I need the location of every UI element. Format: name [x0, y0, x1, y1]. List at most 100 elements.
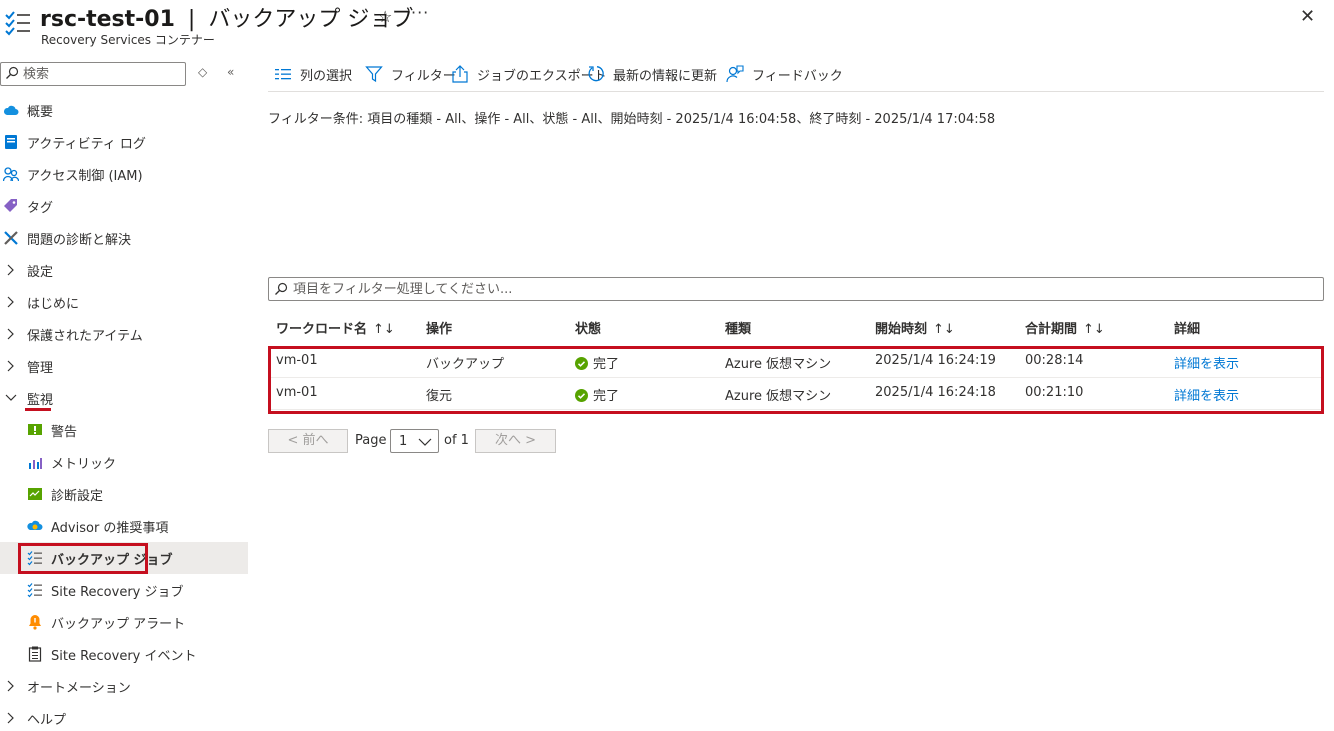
choose-columns-button[interactable]: 列の選択 [274, 64, 352, 84]
columns-icon [275, 69, 291, 80]
sidebar-item-label: Site Recovery ジョブ [51, 585, 184, 600]
column-header-type: 種類 [725, 322, 752, 337]
search-icon [6, 66, 19, 79]
sidebar-item-protected-items[interactable]: 保護されたアイテム [0, 318, 248, 350]
sidebar-search[interactable] [0, 62, 186, 86]
highlight-box [18, 543, 148, 574]
sidebar-expand-icon[interactable]: ◇ [198, 65, 207, 79]
column-header-details: 詳細 [1174, 322, 1201, 337]
sidebar-item-label: 監視 [27, 393, 54, 408]
sidebar-item-diagnose[interactable]: 問題の診断と解決 [0, 222, 248, 254]
chevron-right-icon [7, 680, 14, 692]
sidebar-item-label: オートメーション [27, 681, 131, 696]
filter-icon [365, 66, 383, 83]
sidebar-item-label: 概要 [27, 105, 54, 120]
sidebar-item-alerts[interactable]: 警告 [0, 414, 248, 446]
page-subtitle: Recovery Services コンテナー [41, 33, 215, 47]
sidebar-item-site-recovery-events[interactable]: Site Recovery イベント [0, 638, 248, 670]
sidebar-item-automation[interactable]: オートメーション [0, 670, 248, 702]
sidebar-item-label: 診断設定 [51, 489, 104, 504]
command-bar: 列の選択 フィルター ジョブのエクスポート 最新の情報に更新 フィードバック [268, 56, 1324, 92]
chevron-right-icon [7, 296, 14, 308]
column-header-workload[interactable]: ワークロード名 ↑↓ [276, 318, 395, 337]
metrics-icon [29, 458, 42, 469]
tag-icon [4, 199, 17, 212]
pagination: < 前へ Page 1 of 1 次へ > [268, 429, 568, 453]
advisor-icon [27, 520, 43, 530]
item-filter-box[interactable] [268, 277, 1324, 301]
sidebar-item-overview[interactable]: 概要 [0, 94, 248, 126]
column-header-duration[interactable]: 合計期間 ↑↓ [1025, 318, 1105, 337]
sidebar-search-input[interactable] [23, 65, 181, 83]
sidebar-item-backup-jobs[interactable]: バックアップ ジョブ [0, 542, 248, 574]
export-jobs-button[interactable]: ジョブのエクスポート [451, 64, 607, 84]
highlight-underline [25, 408, 51, 411]
column-header-status: 状態 [575, 322, 602, 337]
sidebar-item-label: 管理 [27, 361, 54, 376]
sidebar-item-label: タグ [27, 201, 54, 216]
sidebar-item-label: メトリック [51, 457, 117, 472]
backup-jobs-icon [5, 11, 30, 36]
sidebar-item-iam[interactable]: アクセス制御 (IAM) [0, 158, 248, 190]
previous-page-button[interactable]: < 前へ [268, 429, 348, 453]
table-header: ワークロード名 ↑↓ 操作 状態 種類 開始時刻 ↑↓ 合計期間 ↑↓ 詳細 [268, 310, 1324, 342]
people-icon [3, 167, 19, 182]
favorite-star-icon[interactable]: ☆ [378, 7, 392, 26]
bell-icon [29, 615, 41, 630]
log-icon [5, 135, 17, 149]
close-icon[interactable]: ✕ [1300, 6, 1315, 27]
sort-icon: ↑↓ [373, 322, 395, 337]
sidebar-collapse-icon[interactable]: « [227, 65, 234, 79]
sidebar-item-site-recovery-jobs[interactable]: Site Recovery ジョブ [0, 574, 248, 606]
chevron-right-icon [7, 712, 14, 724]
column-header-label: ワークロード名 [276, 322, 368, 337]
sidebar-item-help[interactable]: ヘルプ [0, 702, 248, 731]
alert-icon [28, 424, 42, 435]
chevron-right-icon [7, 328, 14, 340]
feedback-button[interactable]: フィードバック [726, 64, 843, 84]
sidebar-item-label: はじめに [27, 297, 80, 312]
page-select[interactable]: 1 [390, 429, 439, 453]
cloud-icon [3, 105, 19, 115]
chevron-right-icon [7, 264, 14, 276]
sidebar-item-metrics[interactable]: メトリック [0, 446, 248, 478]
sidebar-item-settings[interactable]: 設定 [0, 254, 248, 286]
more-options-icon[interactable]: ··· [411, 3, 429, 22]
column-header-label: 合計期間 [1025, 322, 1078, 337]
sidebar-item-manage[interactable]: 管理 [0, 350, 248, 382]
sidebar-item-advisor[interactable]: Advisor の推奨事項 [0, 510, 248, 542]
refresh-label: 最新の情報に更新 [613, 68, 718, 84]
sidebar-item-tags[interactable]: タグ [0, 190, 248, 222]
sidebar-item-getting-started[interactable]: はじめに [0, 286, 248, 318]
highlight-box [268, 346, 1324, 414]
sidebar-item-label: Advisor の推奨事項 [51, 521, 169, 536]
sidebar-nav: 概要 アクティビティ ログ アクセス制御 (IAM) タグ 問題の診断と解決 設… [0, 94, 248, 731]
page-count-label: of 1 [444, 433, 469, 448]
clipboard-icon [28, 646, 42, 662]
wrench-icon [4, 231, 18, 245]
feedback-icon [726, 65, 744, 83]
export-icon [452, 65, 468, 83]
sidebar-item-activity-log[interactable]: アクティビティ ログ [0, 126, 248, 158]
filter-button[interactable]: フィルター [365, 64, 456, 84]
chevron-down-icon [418, 438, 432, 446]
sidebar-item-label: 問題の診断と解決 [27, 233, 132, 248]
column-header-label: 開始時刻 [875, 322, 928, 337]
next-page-button[interactable]: 次へ > [475, 429, 556, 453]
sidebar-item-label: アクティビティ ログ [27, 137, 146, 152]
column-header-start-time[interactable]: 開始時刻 ↑↓ [875, 318, 955, 337]
page-title: rsc-test-01 | バックアップ ジョブ [40, 1, 413, 33]
sidebar-item-monitoring[interactable]: 監視 [0, 382, 248, 414]
search-icon [275, 282, 288, 295]
feedback-label: フィードバック [752, 68, 843, 84]
page-header: rsc-test-01 | バックアップ ジョブ Recovery Servic… [0, 0, 1334, 56]
refresh-icon [588, 66, 604, 82]
filter-summary: フィルター条件: 項目の種類 - All、操作 - All、状態 - All、開… [268, 112, 996, 127]
sidebar-item-backup-alerts[interactable]: バックアップ アラート [0, 606, 248, 638]
sort-icon: ↑↓ [933, 322, 955, 337]
choose-columns-label: 列の選択 [300, 68, 353, 84]
item-filter-input[interactable] [293, 280, 1313, 298]
refresh-button[interactable]: 最新の情報に更新 [587, 64, 717, 84]
sidebar-item-label: バックアップ アラート [51, 617, 186, 632]
sidebar-item-diagnostic-settings[interactable]: 診断設定 [0, 478, 248, 510]
